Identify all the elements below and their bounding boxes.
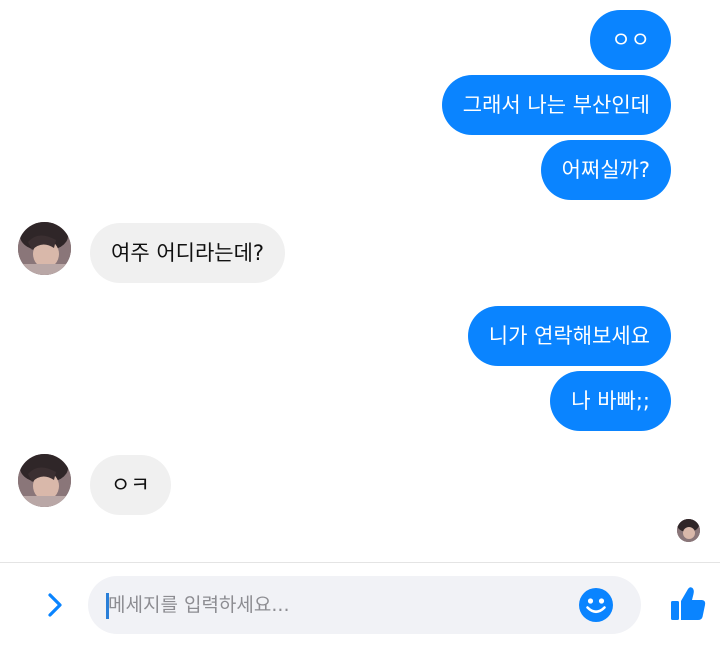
seen-avatar-photo — [677, 519, 700, 542]
message-text: ㅇㅇ — [611, 28, 650, 52]
emoji-button[interactable] — [578, 587, 614, 623]
message-text: 그래서 나는 부산인데 — [462, 93, 650, 117]
message-text: ㅇㅋ — [111, 473, 150, 497]
seen-indicator-avatar — [677, 519, 700, 542]
message-bubble-sent[interactable]: 나 바빠;; — [550, 371, 671, 431]
message-composer — [88, 576, 641, 634]
message-text: 니가 연락해보세요 — [488, 324, 650, 348]
composer-divider — [0, 562, 720, 563]
thumbs-up-icon — [671, 587, 706, 620]
message-text: 어쩌실까? — [561, 158, 650, 182]
message-bubble-received[interactable]: ㅇㅋ — [90, 455, 171, 515]
message-bubble-sent[interactable]: 니가 연락해보세요 — [467, 306, 671, 366]
smiley-icon — [579, 588, 613, 622]
message-bubble-sent[interactable]: 어쩌실까? — [540, 140, 671, 200]
chevron-right-icon — [48, 593, 62, 617]
contact-avatar[interactable] — [18, 222, 71, 275]
contact-avatar[interactable] — [18, 454, 71, 507]
avatar-photo — [18, 222, 71, 275]
message-bubble-sent[interactable]: ㅇㅇ — [590, 10, 671, 70]
like-button[interactable] — [668, 584, 708, 624]
expand-actions-button[interactable] — [38, 588, 72, 622]
message-bubble-sent[interactable]: 그래서 나는 부산인데 — [441, 75, 671, 135]
message-bubble-received[interactable]: 여주 어디라는데? — [90, 223, 286, 283]
message-input[interactable] — [108, 576, 568, 634]
avatar-photo — [18, 454, 71, 507]
message-text: 나 바빠;; — [571, 389, 650, 413]
message-text: 여주 어디라는데? — [111, 241, 265, 265]
